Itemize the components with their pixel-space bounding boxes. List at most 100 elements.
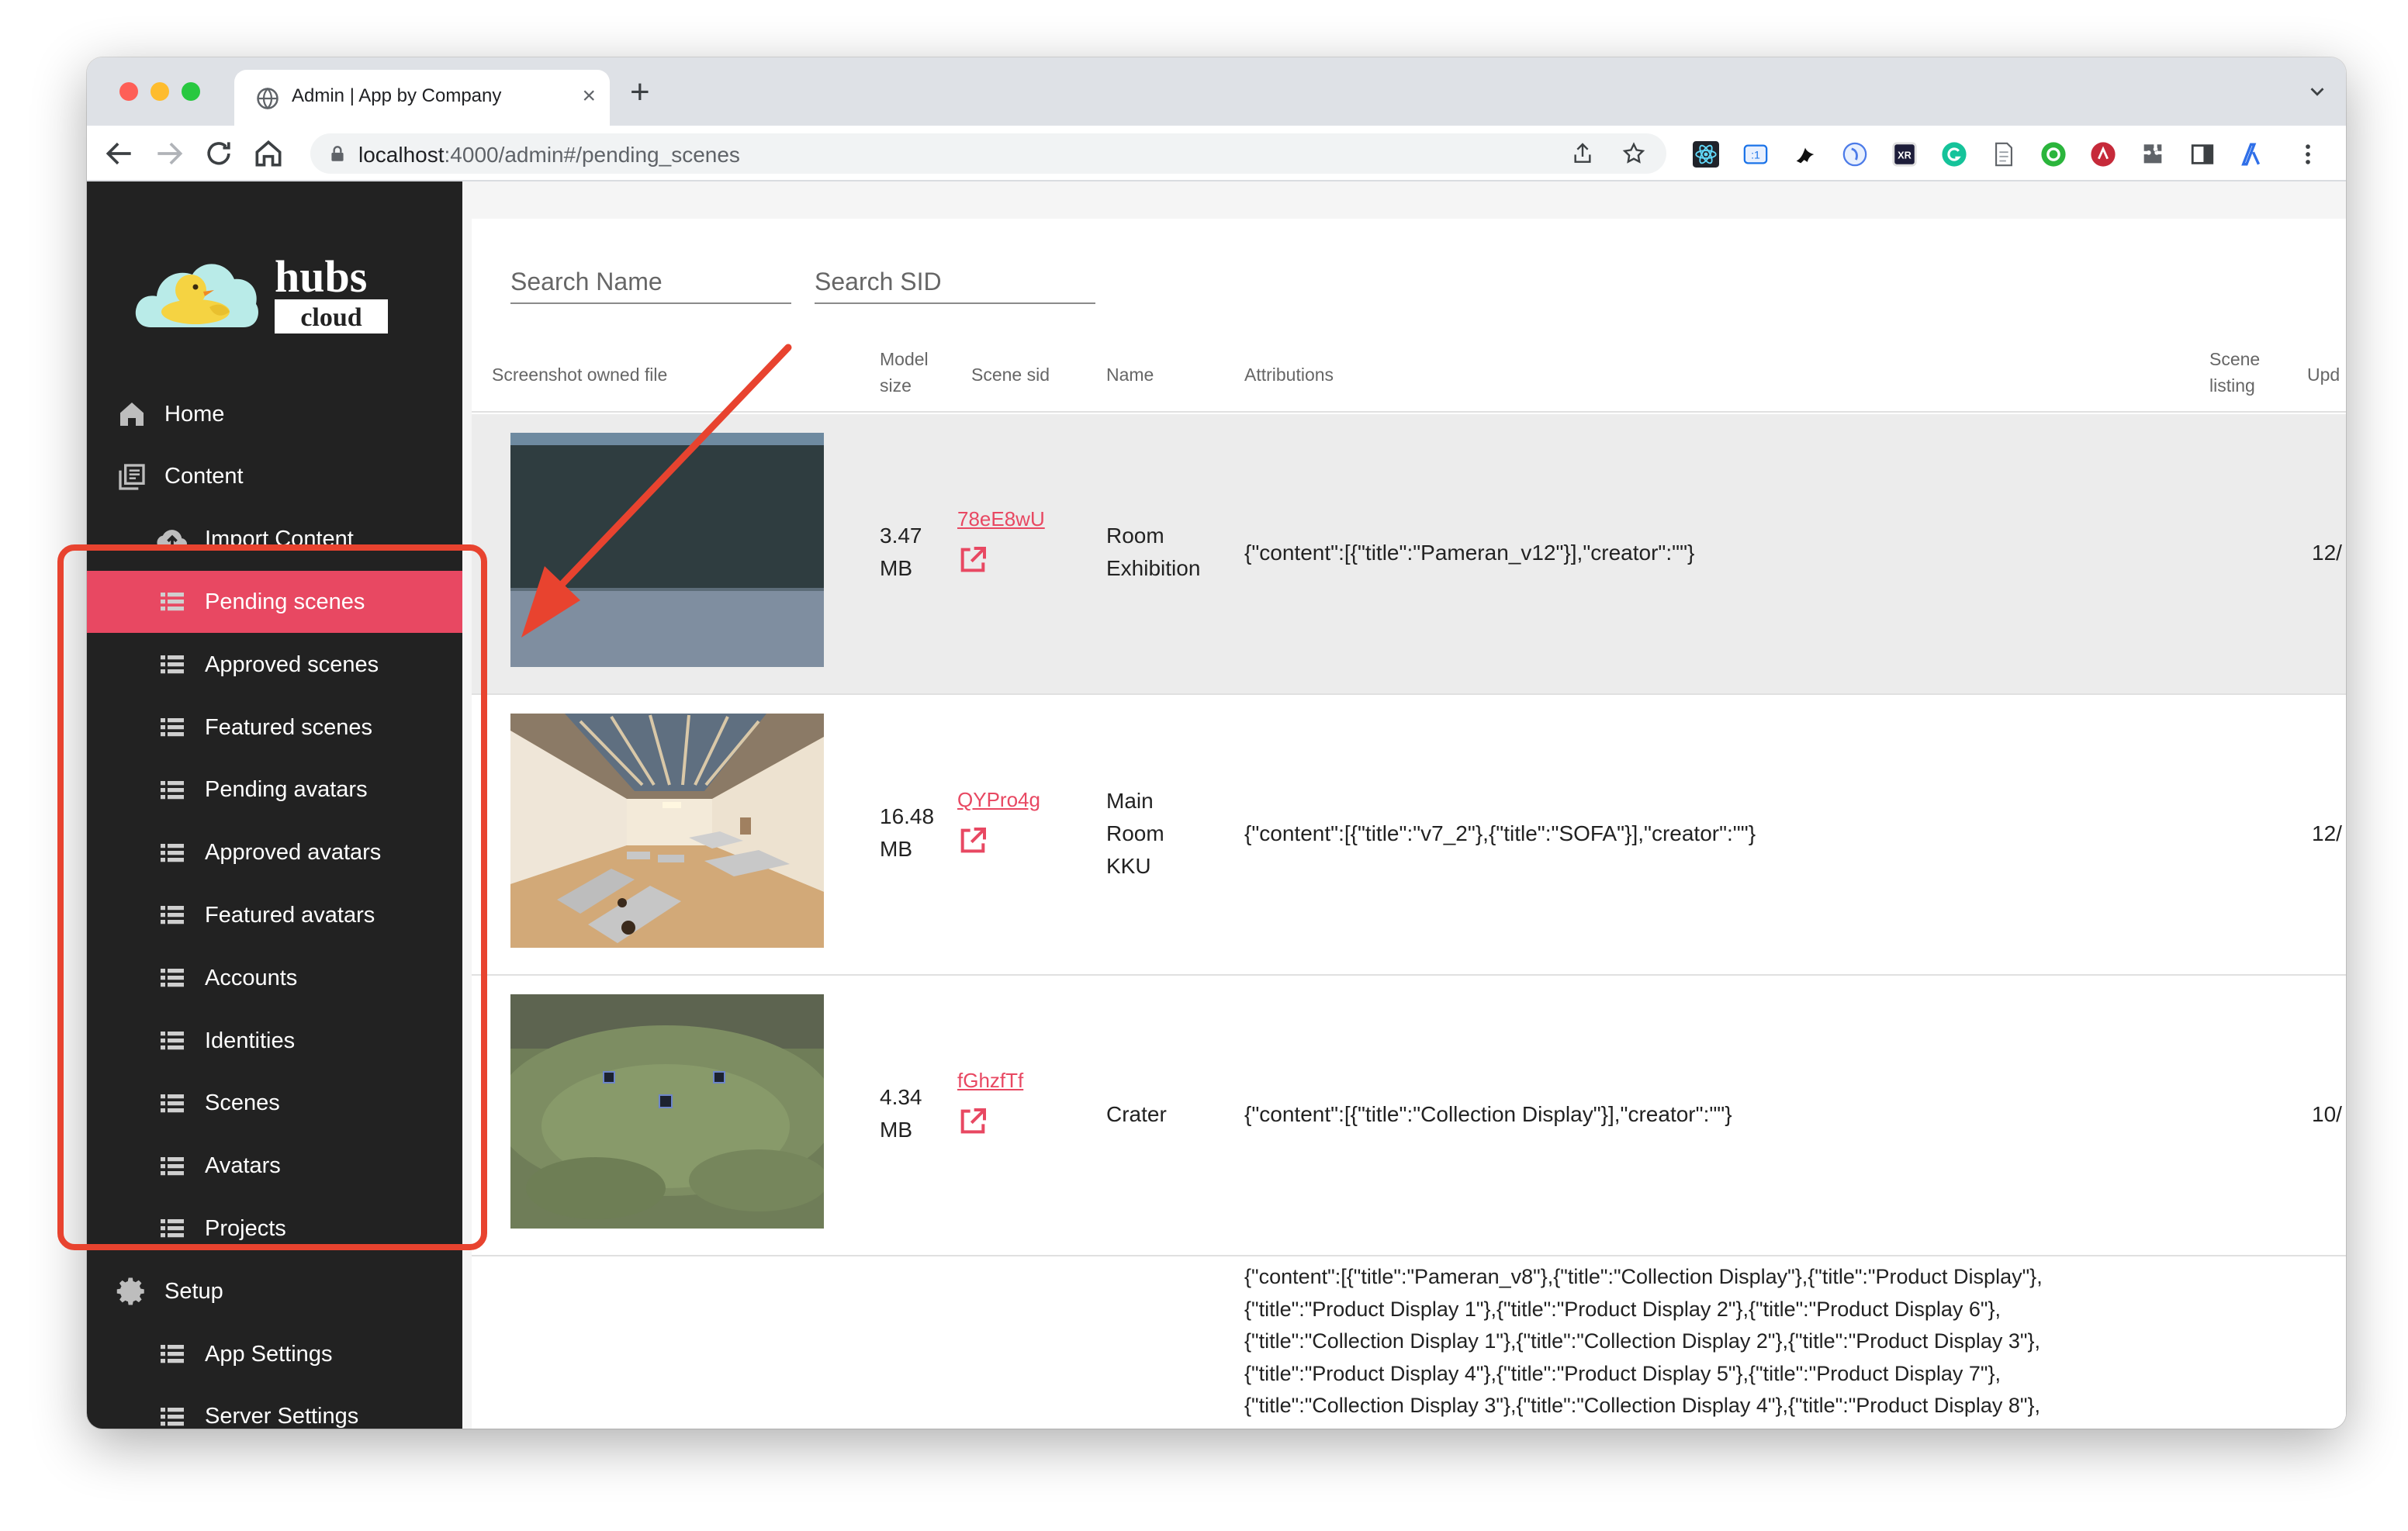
red-extension-icon[interactable]	[2090, 141, 2116, 168]
webxr-extension-icon[interactable]: XR	[1891, 141, 1918, 168]
sidebar-item-pending-avatars[interactable]: Pending avatars	[87, 759, 462, 821]
scene-name: Room Exhibition	[1106, 524, 1201, 580]
sidebar-item-featured-scenes[interactable]: Featured scenes	[87, 696, 462, 759]
new-tab-button[interactable]: +	[630, 73, 650, 112]
sidebar-item-label: Approved avatars	[205, 840, 382, 866]
sidebar-item-approved-scenes[interactable]: Approved scenes	[87, 634, 462, 696]
sidebar-item-label: Identities	[205, 1028, 296, 1053]
open-external-icon[interactable]	[957, 1106, 988, 1137]
home-page-icon[interactable]	[251, 137, 285, 171]
pending-scenes-list: Screenshot owned file Modelsize Scene si…	[472, 219, 2346, 1429]
translate-extension-icon[interactable]: :1	[1742, 141, 1769, 168]
search-name-input[interactable]	[510, 256, 791, 299]
list-icon	[155, 1024, 189, 1058]
list-icon	[155, 1211, 189, 1246]
browser-window: Admin | App by Company × + localhost:400…	[87, 57, 2346, 1429]
sidebar-item-identities[interactable]: Identities	[87, 1010, 462, 1072]
sidebar-item-approved-avatars[interactable]: Approved avatars	[87, 822, 462, 884]
react-devtools-icon[interactable]	[1693, 141, 1719, 168]
table-row[interactable]: 16.48 MB QYPro4g Main Room KKU {"content":[…	[472, 695, 2346, 976]
browser-tab[interactable]: Admin | App by Company ×	[234, 70, 610, 126]
sidebar-item-featured-avatars[interactable]: Featured avatars	[87, 884, 462, 946]
sidebar-item-label: Pending avatars	[205, 777, 368, 803]
attributions: {"content":[{"title":"v7_2"},{"title":"S…	[1244, 821, 1756, 845]
sidebar-item-avatars[interactable]: Avatars	[87, 1135, 462, 1197]
share-icon[interactable]	[1570, 141, 1595, 166]
main-content: Screenshot owned file Modelsize Scene si…	[462, 181, 2346, 1429]
library-icon	[115, 460, 149, 494]
close-tab-icon[interactable]: ×	[582, 82, 596, 110]
green-circle-extension-icon[interactable]	[2040, 141, 2067, 168]
list-icon	[155, 898, 189, 932]
header-model-size[interactable]: Model size	[880, 346, 929, 399]
chevron-down-icon[interactable]	[2306, 76, 2329, 107]
header-scene-sid[interactable]: Scene sid	[971, 361, 1050, 388]
list-icon	[155, 585, 189, 619]
minimize-window-button[interactable]	[150, 82, 169, 101]
scene-sid-cell: fGhzfTf	[957, 1064, 1023, 1097]
header-updated[interactable]: Upd	[2307, 361, 2340, 388]
header-name[interactable]: Name	[1106, 361, 1154, 388]
list-icon	[155, 648, 189, 682]
document-extension-icon[interactable]	[1991, 141, 2017, 168]
sidebar-item-label: App Settings	[205, 1341, 333, 1367]
scene-screenshot-thumbnail[interactable]	[510, 433, 824, 667]
sidebar-item-content[interactable]: Content	[87, 446, 462, 508]
scene-sid-link[interactable]: fGhzfTf	[957, 1069, 1023, 1092]
list-icon	[155, 1400, 189, 1429]
sidebar-item-label: Content	[164, 464, 244, 489]
scene-name: Crater	[1106, 1102, 1167, 1126]
scene-sid-link[interactable]: 78eE8wU	[957, 507, 1045, 530]
sidebar-item-label: Import Content	[205, 527, 354, 552]
svg-text:XR: XR	[1898, 150, 1912, 161]
sidebar-item-setup[interactable]: Setup	[87, 1260, 462, 1322]
scene-screenshot-thumbnail[interactable]	[510, 994, 824, 1229]
search-sid-field[interactable]	[815, 256, 1095, 304]
forward-icon[interactable]	[152, 137, 186, 171]
puzzle-extensions-icon[interactable]	[2140, 141, 2166, 168]
table-row[interactable]: 4.34 MB fGhzfTf Crater {"content":[{"titl…	[472, 976, 2346, 1256]
grammarly-icon[interactable]	[1941, 141, 1967, 168]
sidebar-item-home[interactable]: Home	[87, 383, 462, 445]
model-size: 16.48 MB	[880, 804, 935, 861]
scene-name: Main Room KKU	[1106, 789, 1164, 878]
search-sid-input[interactable]	[815, 256, 1095, 299]
zoom-window-button[interactable]	[182, 82, 200, 101]
sidebar-item-label: Setup	[164, 1278, 223, 1304]
table-row[interactable]: {"content":[{"title":"Pameran_v8"},{"tit…	[472, 1256, 2346, 1429]
bookmark-star-icon[interactable]	[1621, 141, 1646, 166]
browser-menu-icon[interactable]	[2295, 141, 2321, 168]
open-external-icon[interactable]	[957, 544, 988, 575]
bird-extension-icon[interactable]	[1792, 141, 1818, 168]
sidebar-item-label: Accounts	[205, 965, 298, 990]
sidebar-item-server-settings[interactable]: Server Settings	[87, 1386, 462, 1429]
side-panel-icon[interactable]	[2189, 141, 2216, 168]
updated-date: 12/	[2312, 821, 2342, 845]
open-external-icon[interactable]	[957, 825, 988, 856]
list-icon	[155, 710, 189, 745]
list-icon	[155, 836, 189, 870]
scene-screenshot-thumbnail[interactable]	[510, 714, 824, 948]
back-icon[interactable]	[102, 137, 137, 171]
reload-icon[interactable]	[202, 137, 236, 171]
search-name-field[interactable]	[510, 256, 791, 304]
sidebar-item-projects[interactable]: Projects	[87, 1197, 462, 1260]
sidebar-item-app-settings[interactable]: App Settings	[87, 1323, 462, 1385]
sidebar-item-pending-scenes[interactable]: Pending scenes	[87, 571, 462, 634]
sphere-extension-icon[interactable]	[1842, 141, 1868, 168]
sidebar-item-scenes[interactable]: Scenes	[87, 1073, 462, 1135]
list-icon	[155, 1337, 189, 1371]
address-bar[interactable]: localhost:4000/admin#/pending_scenes	[310, 133, 1666, 174]
scene-sid-link[interactable]: QYPro4g	[957, 788, 1040, 811]
globe-icon	[257, 87, 279, 110]
sidebar-item-label: Home	[164, 401, 225, 427]
sidebar-item-import-content[interactable]: Import Content	[87, 509, 462, 571]
cloud-upload-icon	[155, 523, 189, 557]
url-text: localhost:4000/admin#/pending_scenes	[358, 143, 740, 167]
sidebar-item-label: Avatars	[205, 1153, 281, 1179]
sidebar-item-label: Featured avatars	[205, 902, 375, 928]
lambda-extension-icon[interactable]	[2239, 141, 2265, 168]
close-window-button[interactable]	[119, 82, 138, 101]
table-row[interactable]: 3.47 MB 78eE8wU Room Exhibition {"content"…	[472, 414, 2346, 695]
sidebar-item-accounts[interactable]: Accounts	[87, 947, 462, 1009]
